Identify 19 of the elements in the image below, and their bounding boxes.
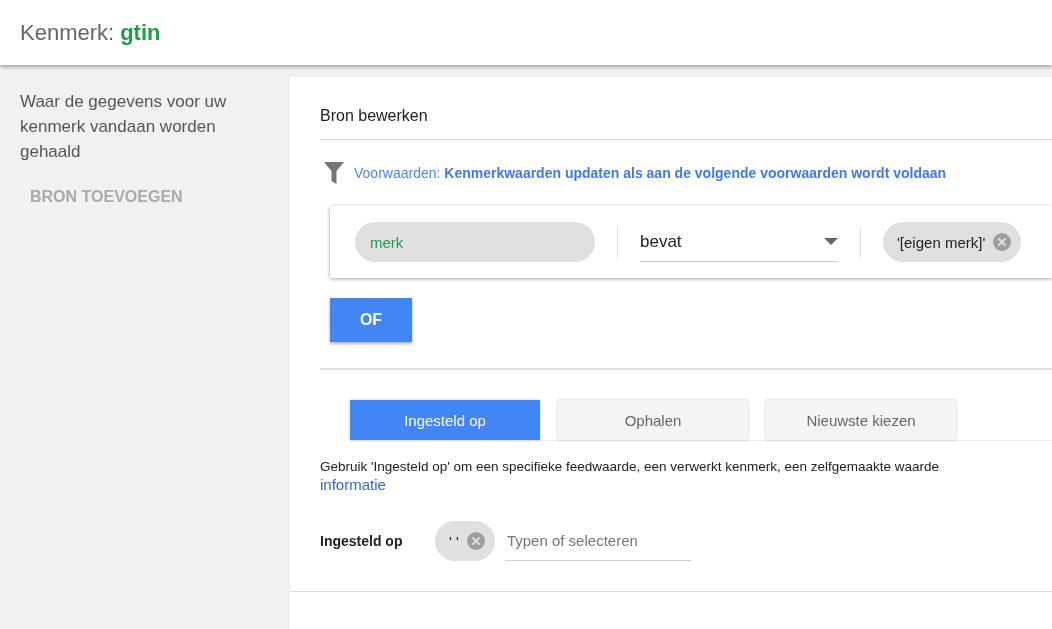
caret-icon <box>824 238 838 245</box>
remove-icon[interactable] <box>466 532 485 550</box>
tab[interactable]: Ophalen <box>558 400 748 440</box>
sidebar-description: Waar de gegevens voor uw kenmerk vandaan worden gehaald <box>20 91 228 163</box>
chip-text: ' ' <box>449 532 459 550</box>
panel-title: Bron bewerken <box>320 107 1052 140</box>
remove-icon[interactable] <box>993 233 1012 251</box>
tab[interactable]: Nieuwste kiezen <box>766 400 956 440</box>
filter-icon <box>324 162 344 184</box>
help-text: Gebruik 'Ingesteld op' om een specifieke feedwaarde, een verwerkt kenmerk, een zelfgemaakte waarde <box>320 459 940 474</box>
conditions-text: Voorwaarden: Kenmerkwaarden updaten als aan de volgende voorwaarden wordt voldaan <box>354 165 947 181</box>
attribute-name: gtin <box>120 19 161 46</box>
page-title: Kenmerk: <box>20 19 115 46</box>
chip-text: '[eigen merk]' <box>897 233 986 251</box>
info-link[interactable]: informatie <box>320 476 1052 493</box>
or-button[interactable]: OF <box>330 298 412 342</box>
field-label: Ingesteld op <box>320 533 404 549</box>
tab[interactable]: Ingesteld op <box>350 400 540 440</box>
operator-dropdown[interactable]: bevat <box>640 222 838 262</box>
